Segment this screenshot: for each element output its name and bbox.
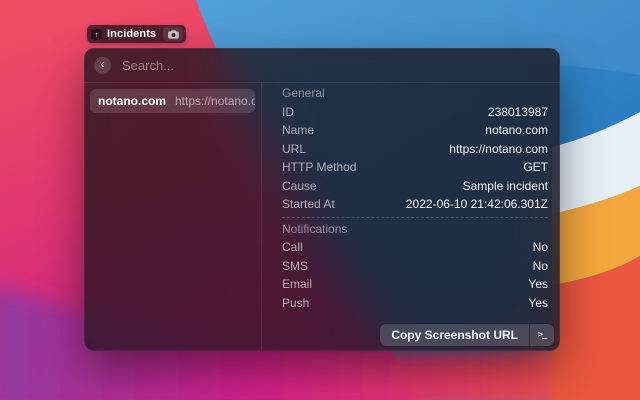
row-label: Push: [282, 296, 309, 310]
incident-url: https://notano.com: [175, 94, 255, 108]
incident-list-item[interactable]: notano.com https://notano.com: [90, 89, 255, 113]
row-value: Sample incident: [463, 179, 548, 193]
detail-row-http-method: HTTP Method GET: [282, 158, 548, 177]
row-label: Email: [282, 277, 312, 291]
row-value: No: [533, 240, 548, 254]
row-value: notano.com: [485, 123, 548, 137]
detail-row-name: Name notano.com: [282, 121, 548, 140]
row-label: Started At: [282, 197, 335, 211]
detail-row-cause: Cause Sample incident: [282, 177, 548, 196]
detail-row-push: Push Yes: [282, 294, 548, 313]
detail-row-started-at: Started At 2022-06-10 21:42:06.301Z: [282, 195, 548, 214]
camera-icon: [168, 30, 179, 39]
chevron-left-icon: ‹: [101, 58, 105, 70]
row-label: SMS: [282, 259, 308, 273]
menubar-incidents-pill[interactable]: ↑ Incidents: [87, 25, 186, 43]
row-label: Cause: [282, 179, 317, 193]
row-label: HTTP Method: [282, 160, 356, 174]
row-label: URL: [282, 142, 306, 156]
terminal-icon[interactable]: >_: [530, 324, 554, 346]
row-label: Call: [282, 240, 303, 254]
incident-name: notano.com: [98, 94, 166, 108]
section-title: Notifications: [282, 222, 347, 236]
section-header-notifications: Notifications: [282, 220, 548, 239]
row-value: Yes: [528, 296, 548, 310]
section-header-general: General: [282, 84, 548, 103]
detail-row-sms: SMS No: [282, 257, 548, 276]
row-label: ID: [282, 105, 294, 119]
row-value: 2022-06-10 21:42:06.301Z: [406, 197, 548, 211]
detail-row-url: URL https://notano.com: [282, 140, 548, 159]
incidents-window: ‹ notano.com https://notano.com General …: [84, 48, 560, 351]
row-label: Name: [282, 123, 314, 137]
row-value: No: [533, 259, 548, 273]
incident-detail-pane: General ID 238013987 Name notano.com URL…: [262, 83, 560, 351]
screenshot-camera-button[interactable]: [163, 27, 183, 41]
row-value: 238013987: [488, 105, 548, 119]
row-value: https://notano.com: [449, 142, 548, 156]
back-button[interactable]: ‹: [94, 57, 111, 74]
row-value: GET: [523, 160, 548, 174]
detail-row-call: Call No: [282, 238, 548, 257]
incident-list-pane: notano.com https://notano.com: [84, 83, 262, 351]
search-input[interactable]: [120, 57, 550, 74]
menubar-pill-label: Incidents: [107, 28, 158, 40]
copy-screenshot-url-label: Copy Screenshot URL: [380, 324, 529, 346]
section-title: General: [282, 86, 325, 100]
copy-screenshot-url-button[interactable]: Copy Screenshot URL >_: [380, 324, 554, 346]
incidents-app-icon: ↑: [91, 29, 102, 40]
window-content: notano.com https://notano.com General ID…: [84, 83, 560, 351]
detail-row-id: ID 238013987: [282, 103, 548, 122]
row-value: Yes: [528, 277, 548, 291]
search-toolbar: ‹: [84, 48, 560, 83]
detail-row-email: Email Yes: [282, 275, 548, 294]
section-divider: [282, 217, 548, 218]
